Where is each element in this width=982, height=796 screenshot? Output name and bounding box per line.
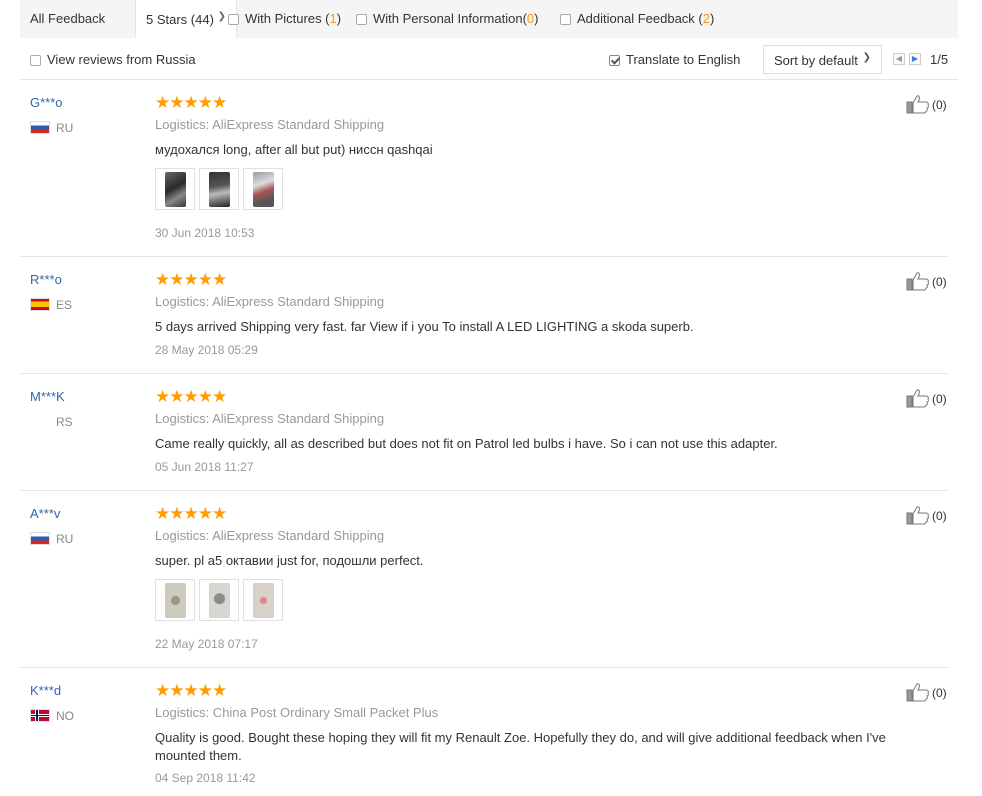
feedback-filter-bar: All Feedback 5 Stars (44) ❯ With Picture… [20,0,958,38]
flag-icon [30,121,50,134]
thumbs-up-icon [906,506,929,525]
review-photo[interactable] [199,168,239,210]
thumbs-up-icon [906,95,929,114]
review-photo[interactable] [243,168,283,210]
star-rating: ★★★★★ [155,387,227,406]
review-photo[interactable] [155,579,195,621]
reviewer-country: RU [30,532,73,546]
flag-icon [30,532,50,545]
reviewer-name[interactable]: M***K [30,389,65,404]
helpful-button[interactable]: (0) [906,94,947,114]
reviewer-name[interactable]: K***d [30,683,61,698]
checkbox-checked-icon[interactable] [609,55,620,66]
with-personal-info-filter[interactable]: With Personal Information(0) [356,11,538,26]
checkbox-icon[interactable] [356,14,367,25]
review-photos [155,168,287,213]
review-item: R***o ES ★★★★★ Logistics: AliExpress Sta… [20,257,948,374]
logistics-info: Logistics: AliExpress Standard Shipping [155,117,385,132]
review-item: K***d NO ★★★★★ Logistics: China Post Ord… [20,668,948,796]
reviewer-country: ES [30,298,72,312]
reviewer-name[interactable]: G***o [30,95,63,110]
review-date: 22 May 2018 07:17 [155,637,258,651]
page-indicator: 1/5 [930,52,949,67]
review-photo[interactable] [243,579,283,621]
review-text: Came really quickly, all as described bu… [155,436,778,451]
chevron-down-icon: ❯ [862,52,871,63]
star-filter-select[interactable]: 5 Stars (44) ❯ [135,0,237,38]
review-date: 28 May 2018 05:29 [155,343,258,357]
review-text: 5 days arrived Shipping very fast. far V… [155,319,694,334]
logistics-info: Logistics: AliExpress Standard Shipping [155,411,385,426]
chevron-down-icon: ❯ [217,11,226,22]
with-pictures-filter[interactable]: With Pictures (1) [228,11,341,26]
review-date: 30 Jun 2018 10:53 [155,226,255,240]
review-photos [155,579,287,624]
reviewer-country: RS [56,415,73,429]
reviewer-country: RU [30,121,73,135]
sort-value: Sort by default [774,53,858,68]
next-page-icon[interactable]: ▶ [909,53,921,65]
checkbox-icon[interactable] [228,14,239,25]
star-rating: ★★★★★ [155,93,227,112]
thumbs-up-icon [906,389,929,408]
prev-page-icon[interactable]: ◀ [893,53,905,65]
feedback-options-row: View reviews from Russia Translate to En… [20,39,958,80]
thumbs-up-icon [906,272,929,291]
sort-select[interactable]: Sort by default ❯ [763,45,882,74]
review-photo[interactable] [155,168,195,210]
helpful-button[interactable]: (0) [906,271,947,291]
star-rating: ★★★★★ [155,681,227,700]
review-item: A***v RU ★★★★★ Logistics: AliExpress Sta… [20,491,948,668]
flag-icon [30,298,50,311]
translate-option[interactable]: Translate to English [609,52,740,67]
logistics-info: Logistics: China Post Ordinary Small Pac… [155,705,439,720]
review-item: G***o RU ★★★★★ Logistics: AliExpress Sta… [20,80,948,257]
thumbs-up-icon [906,683,929,702]
star-filter-value: 5 Stars (44) [146,12,214,27]
tab-all-feedback[interactable]: All Feedback [30,11,105,26]
flag-icon [30,709,50,722]
helpful-button[interactable]: (0) [906,505,947,525]
review-text: мудохался long, after all but put) ниссн… [155,142,433,157]
additional-feedback-filter[interactable]: Additional Feedback (2) [560,11,714,26]
logistics-info: Logistics: AliExpress Standard Shipping [155,528,385,543]
star-rating: ★★★★★ [155,270,227,289]
review-date: 04 Sep 2018 11:42 [155,771,256,785]
review-text: super. pl a5 октавии just for, подошли p… [155,553,424,568]
review-photo[interactable] [199,579,239,621]
with-pictures-count: 1 [329,11,337,26]
additional-feedback-count: 2 [702,11,710,26]
review-date: 05 Jun 2018 11:27 [155,460,254,474]
helpful-button[interactable]: (0) [906,388,947,408]
star-rating: ★★★★★ [155,504,227,523]
view-russia-option[interactable]: View reviews from Russia [30,52,196,67]
reviewer-country: NO [30,709,74,723]
checkbox-icon[interactable] [30,55,41,66]
review-item: M***K RS ★★★★★ Logistics: AliExpress Sta… [20,374,948,491]
reviewer-name[interactable]: R***o [30,272,62,287]
reviewer-name[interactable]: A***v [30,506,60,521]
review-text: Quality is good. Bought these hoping the… [155,730,886,763]
helpful-button[interactable]: (0) [906,682,947,702]
logistics-info: Logistics: AliExpress Standard Shipping [155,294,385,309]
checkbox-icon[interactable] [560,14,571,25]
